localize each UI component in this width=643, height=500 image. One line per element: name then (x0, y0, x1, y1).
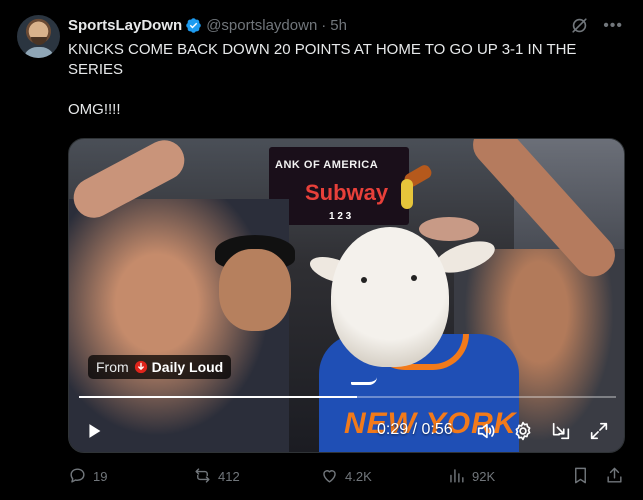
views-button[interactable]: 92K (447, 466, 495, 485)
volume-button[interactable] (475, 420, 497, 442)
source-attribution[interactable]: From Daily Loud (88, 355, 232, 379)
video-player[interactable]: ANK OF AMERICA Subway 1 2 3 NEW YORK Fro… (68, 138, 625, 453)
header-actions: ••• (570, 16, 623, 35)
sign-text-bank: ANK OF AMERICA (275, 159, 379, 171)
fullscreen-button[interactable] (588, 420, 610, 442)
repost-button[interactable]: 412 (193, 466, 240, 485)
share-button[interactable] (605, 466, 630, 485)
sign-text-subway: Subway (305, 180, 389, 205)
repost-icon (195, 468, 210, 483)
avatar-beard (31, 37, 47, 45)
tweet-timestamp[interactable]: 5h (330, 17, 347, 34)
video-controls: 0:29 / 0:56 (69, 408, 624, 452)
reply-icon (70, 468, 85, 483)
tweet-header: SportsLayDown @sportslaydown · 5h ••• (68, 14, 623, 36)
play-button[interactable] (83, 420, 105, 442)
pip-button[interactable] (550, 420, 572, 442)
goat-eye-right (411, 275, 417, 281)
author-display-name[interactable]: SportsLayDown (68, 17, 182, 34)
video-time: 0:29 / 0:56 (377, 421, 453, 438)
goat-eye-left (361, 277, 367, 283)
tweet-text: KNICKS COME BACK DOWN 20 POINTS AT HOME … (68, 41, 577, 118)
like-count: 4.2K (345, 468, 372, 484)
fan-face (219, 249, 291, 331)
share-icon (607, 467, 622, 483)
sign-text-lines: 1 2 3 (329, 211, 352, 222)
settings-icon (515, 421, 531, 441)
more-icon[interactable]: ••• (603, 17, 623, 35)
goat-mask (331, 227, 449, 367)
video-progress-bar[interactable] (79, 396, 616, 398)
verified-badge-icon (186, 17, 201, 33)
author-handle[interactable]: @sportslaydown (206, 17, 317, 34)
settings-button[interactable] (512, 420, 534, 442)
bookmark-button[interactable] (571, 466, 596, 485)
avatar-shirt (23, 47, 55, 58)
pip-icon (552, 422, 570, 440)
jersey-swoosh (351, 377, 377, 385)
daily-loud-logo-icon (134, 360, 147, 374)
volume-icon (477, 423, 495, 439)
source-from-label: From (96, 359, 129, 375)
bottle-pour (401, 179, 413, 209)
bookmark-icon (575, 467, 586, 484)
subway-sign: ANK OF AMERICA Subway 1 2 3 (269, 147, 409, 225)
views-icon (450, 469, 464, 483)
source-name: Daily Loud (151, 359, 224, 375)
video-progress-fill (79, 396, 358, 398)
tweet-actions: 19 412 4.2K 92K (68, 466, 623, 490)
view-count: 92K (472, 468, 496, 484)
separator-dot: · (321, 16, 327, 34)
reply-button[interactable]: 19 (68, 466, 107, 485)
repost-count: 412 (218, 468, 240, 484)
goat-horn (419, 217, 479, 241)
like-icon (323, 470, 336, 483)
author-avatar[interactable] (17, 15, 60, 58)
like-button[interactable]: 4.2K (320, 466, 372, 485)
fullscreen-icon (590, 422, 608, 440)
reply-count: 19 (93, 468, 108, 484)
play-icon (89, 424, 101, 438)
grok-icon[interactable] (570, 16, 589, 35)
